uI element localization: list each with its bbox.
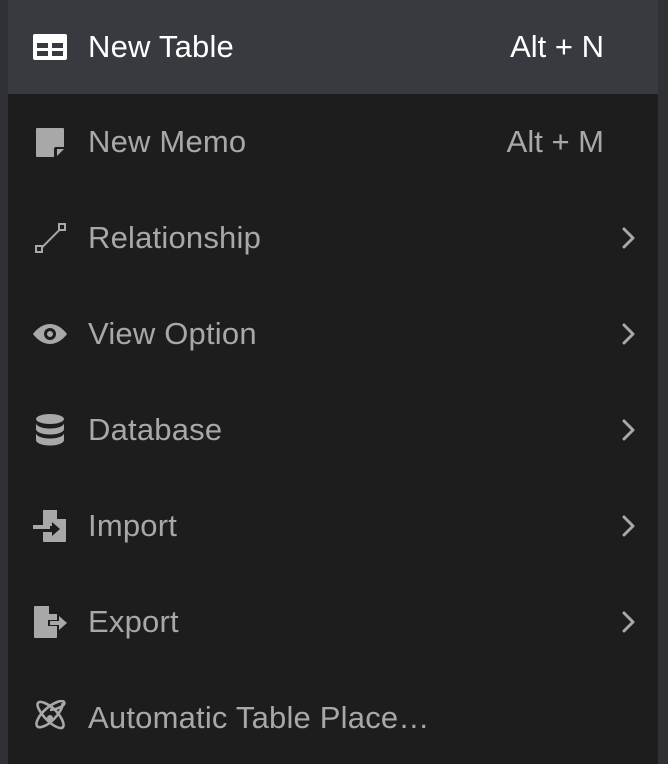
memo-icon — [28, 122, 72, 162]
menu-item-label: Automatic Table Place… — [88, 700, 430, 735]
import-icon — [28, 506, 72, 546]
export-icon — [28, 602, 72, 642]
menu-item-shortcut: Alt + N — [510, 29, 604, 64]
menu-item-database[interactable]: Database — [8, 382, 658, 478]
menu-item-label: Relationship — [88, 220, 262, 255]
menu-item-automatic-table-placement[interactable]: Automatic Table Place… — [8, 670, 658, 764]
menu-item-label: Export — [88, 604, 179, 639]
chevron-right-icon — [618, 415, 640, 445]
chevron-right-icon — [618, 319, 640, 349]
context-menu: New Table Alt + N New Memo Alt + M Relat… — [8, 0, 658, 764]
chevron-right-icon — [618, 607, 640, 637]
menu-item-label: Database — [88, 412, 223, 447]
menu-item-import[interactable]: Import — [8, 478, 658, 574]
database-icon — [28, 410, 72, 450]
menu-item-new-memo[interactable]: New Memo Alt + M — [8, 94, 658, 190]
menu-item-label: View Option — [88, 316, 257, 351]
table-icon — [28, 27, 72, 67]
eye-icon — [28, 314, 72, 354]
menu-item-shortcut: Alt + M — [506, 124, 604, 159]
menu-item-label: New Table — [88, 29, 234, 64]
relationship-icon — [28, 218, 72, 258]
chevron-right-icon — [618, 511, 640, 541]
atom-icon — [28, 698, 72, 738]
menu-item-view-option[interactable]: View Option — [8, 286, 658, 382]
chevron-right-icon — [618, 223, 640, 253]
menu-item-label: New Memo — [88, 124, 247, 159]
menu-item-new-table[interactable]: New Table Alt + N — [8, 0, 658, 94]
menu-item-relationship[interactable]: Relationship — [8, 190, 658, 286]
menu-item-export[interactable]: Export — [8, 574, 658, 670]
menu-item-label: Import — [88, 508, 178, 543]
